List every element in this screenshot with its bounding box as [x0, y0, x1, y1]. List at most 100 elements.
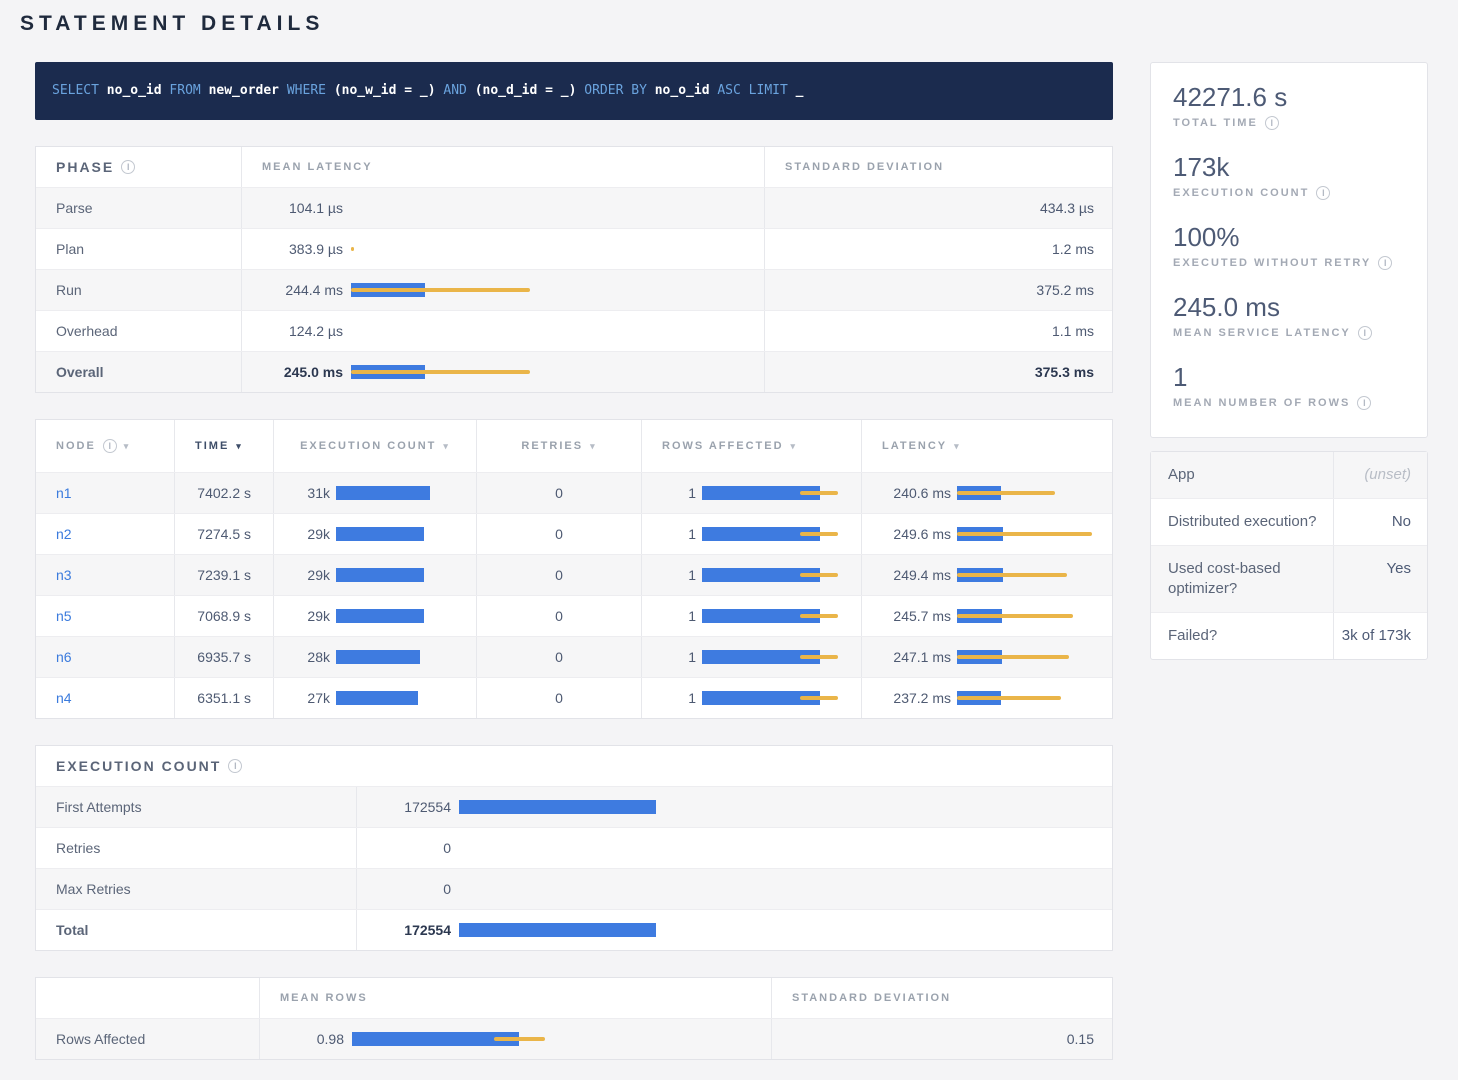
info-icon[interactable]: i	[103, 439, 117, 453]
latency-bar	[957, 568, 1110, 582]
summary-item: 245.0 ms MEAN SERVICE LATENCY i	[1173, 291, 1405, 340]
node-link[interactable]: n6	[56, 649, 72, 665]
rows-affected-label: Rows Affected	[36, 1019, 259, 1059]
std-dev-value: 1.2 ms	[764, 229, 1114, 269]
execution-count-bar	[336, 691, 470, 705]
std-dev-value: 434.3 µs	[764, 188, 1114, 228]
rows-affected-cell: 1	[641, 473, 861, 513]
info-icon[interactable]: i	[121, 160, 135, 174]
info-icon[interactable]: i	[228, 759, 242, 773]
mean-latency-value: 104.1 µs	[258, 200, 343, 216]
sql-keyword: SELECT	[52, 83, 99, 98]
execution-count-cell: 29k	[273, 596, 476, 636]
info-icon[interactable]: i	[1358, 326, 1372, 340]
sql-identifier: no_o_id	[655, 83, 710, 98]
retries-value: 0	[476, 678, 641, 718]
exec-row-value-cell: 0	[356, 869, 1114, 909]
details-row-distributed: Distributed execution? No	[1151, 498, 1427, 545]
info-icon[interactable]: i	[1265, 116, 1279, 130]
table-row: Retries 0	[36, 827, 1112, 868]
execution-count-value: 173k	[1173, 151, 1405, 183]
info-icon[interactable]: i	[1378, 256, 1392, 270]
latency-cell: 245.7 ms	[861, 596, 1114, 636]
table-row: Parse 104.1 µs 434.3 µs	[36, 187, 1112, 228]
node-link-cell: n5	[36, 596, 174, 636]
phase-label: Overall	[36, 352, 241, 392]
execution-count-bar	[336, 609, 470, 623]
mean-number-of-rows-label: MEAN NUMBER OF ROWS i	[1173, 396, 1405, 410]
execution-count-header-cell[interactable]: EXECUTION COUNT ▾	[273, 420, 476, 472]
summary-item: 100% EXECUTED WITHOUT RETRY i	[1173, 221, 1405, 270]
sql-keyword: FROM	[169, 83, 200, 98]
execution-count-label: EXECUTION COUNT i	[1173, 186, 1405, 200]
rows-affected-cell: 1	[641, 514, 861, 554]
node-link[interactable]: n3	[56, 567, 72, 583]
execution-count-bar	[459, 923, 1106, 937]
std-dev-value: 1.1 ms	[764, 311, 1114, 351]
latency-cell: 249.4 ms	[861, 555, 1114, 595]
latency-bar	[351, 242, 758, 256]
phase-header-cell: PHASE i	[36, 147, 241, 187]
details-card: App (unset) Distributed execution? No Us…	[1150, 451, 1428, 660]
rows-affected-header-cell[interactable]: ROWS AFFECTED ▾	[641, 420, 861, 472]
phase-label: Plan	[36, 229, 241, 269]
exec-row-label: Total	[36, 910, 356, 950]
failed-value: 3k of 173k	[1333, 613, 1427, 659]
table-row: n6 6935.7 s 28k 0 1 247.1 ms	[36, 636, 1112, 677]
rows-affected-bar	[702, 527, 857, 541]
node-link-cell: n4	[36, 678, 174, 718]
execution-count-header: EXECUTION COUNT i	[36, 746, 1112, 786]
rows-affected-cell: 1	[641, 596, 861, 636]
latency-bar	[351, 201, 758, 215]
node-link-cell: n2	[36, 514, 174, 554]
node-link[interactable]: n4	[56, 690, 72, 706]
time-header-cell[interactable]: TIME ▾	[174, 420, 273, 472]
exec-row-label: Max Retries	[36, 869, 356, 909]
mean-latency-value: 244.4 ms	[258, 282, 343, 298]
table-row: Overhead 124.2 µs 1.1 ms	[36, 310, 1112, 351]
time-value: 7068.9 s	[174, 596, 273, 636]
phase-label: Overhead	[36, 311, 241, 351]
sql-keyword: WHERE	[287, 83, 326, 98]
app-label: App	[1151, 452, 1333, 498]
table-row-overall: Overall 245.0 ms 375.3 ms	[36, 351, 1112, 392]
node-link[interactable]: n1	[56, 485, 72, 501]
execution-count-cell: 29k	[273, 514, 476, 554]
retries-value: 0	[476, 637, 641, 677]
mean-latency-cell: 383.9 µs	[241, 229, 764, 269]
sql-statement: SELECT no_o_id FROM new_order WHERE (no_…	[35, 62, 1113, 120]
table-row: First Attempts 172554	[36, 786, 1112, 827]
table-row: n4 6351.1 s 27k 0 1 237.2 ms	[36, 677, 1112, 718]
summary-item: 173k EXECUTION COUNT i	[1173, 151, 1405, 200]
retries-header-cell[interactable]: RETRIES ▾	[476, 420, 641, 472]
rows-affected-cell: 1	[641, 637, 861, 677]
mean-rows-bar	[352, 1032, 763, 1046]
execution-count-bar	[336, 527, 470, 541]
phase-table: PHASE i MEAN LATENCY STANDARD DEVIATION …	[35, 146, 1113, 393]
rows-affected-cell: 1	[641, 555, 861, 595]
rows-affected-table: MEAN ROWS STANDARD DEVIATION Rows Affect…	[35, 977, 1113, 1060]
rows-affected-bar	[702, 650, 857, 664]
execution-count-cell: 31k	[273, 473, 476, 513]
phase-label: Run	[36, 270, 241, 310]
page-title: STATEMENT DETAILS	[10, 12, 1428, 36]
retries-value: 0	[476, 596, 641, 636]
node-link[interactable]: n2	[56, 526, 72, 542]
execution-count-table: EXECUTION COUNT i First Attempts 172554 …	[35, 745, 1113, 951]
latency-bar	[957, 609, 1110, 623]
node-link[interactable]: n5	[56, 608, 72, 624]
execution-count-bar	[459, 800, 1106, 814]
latency-header-cell[interactable]: LATENCY ▾	[861, 420, 1114, 472]
time-value: 7274.5 s	[174, 514, 273, 554]
node-header-cell[interactable]: NODE i ▾	[36, 420, 174, 472]
rows-affected-bar	[702, 691, 857, 705]
table-row: Run 244.4 ms 375.2 ms	[36, 269, 1112, 310]
info-icon[interactable]: i	[1316, 186, 1330, 200]
summary-item: 42271.6 s TOTAL TIME i	[1173, 81, 1405, 130]
distributed-execution-label: Distributed execution?	[1151, 499, 1333, 545]
sql-keyword: ORDER BY	[584, 83, 647, 98]
execution-count-title-cell: EXECUTION COUNT i	[36, 746, 1114, 786]
summary-item: 1 MEAN NUMBER OF ROWS i	[1173, 361, 1405, 410]
info-icon[interactable]: i	[1357, 396, 1371, 410]
latency-bar	[957, 691, 1110, 705]
